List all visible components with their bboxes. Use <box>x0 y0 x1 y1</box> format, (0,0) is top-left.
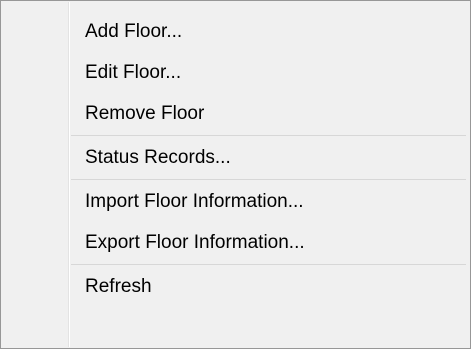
menu-item-export-floor-information[interactable]: Export Floor Information... <box>1 222 470 263</box>
menu-item-label: Refresh <box>85 276 152 297</box>
context-menu: Add Floor... Edit Floor... Remove Floor … <box>0 0 471 349</box>
menu-item-label: Add Floor... <box>85 21 183 42</box>
menu-item-label: Edit Floor... <box>85 62 182 83</box>
menu-item-remove-floor[interactable]: Remove Floor <box>1 93 470 134</box>
menu-item-label: Remove Floor <box>85 103 205 124</box>
menu-item-refresh[interactable]: Refresh <box>1 266 470 307</box>
menu-item-label: Export Floor Information... <box>85 232 305 253</box>
menu-item-import-floor-information[interactable]: Import Floor Information... <box>1 181 470 222</box>
menu-item-status-records[interactable]: Status Records... <box>1 137 470 178</box>
menu-item-add-floor[interactable]: Add Floor... <box>1 11 470 52</box>
menu-item-label: Status Records... <box>85 147 231 168</box>
menu-item-edit-floor[interactable]: Edit Floor... <box>1 52 470 93</box>
menu-list: Add Floor... Edit Floor... Remove Floor … <box>1 11 470 307</box>
menu-item-label: Import Floor Information... <box>85 191 304 212</box>
